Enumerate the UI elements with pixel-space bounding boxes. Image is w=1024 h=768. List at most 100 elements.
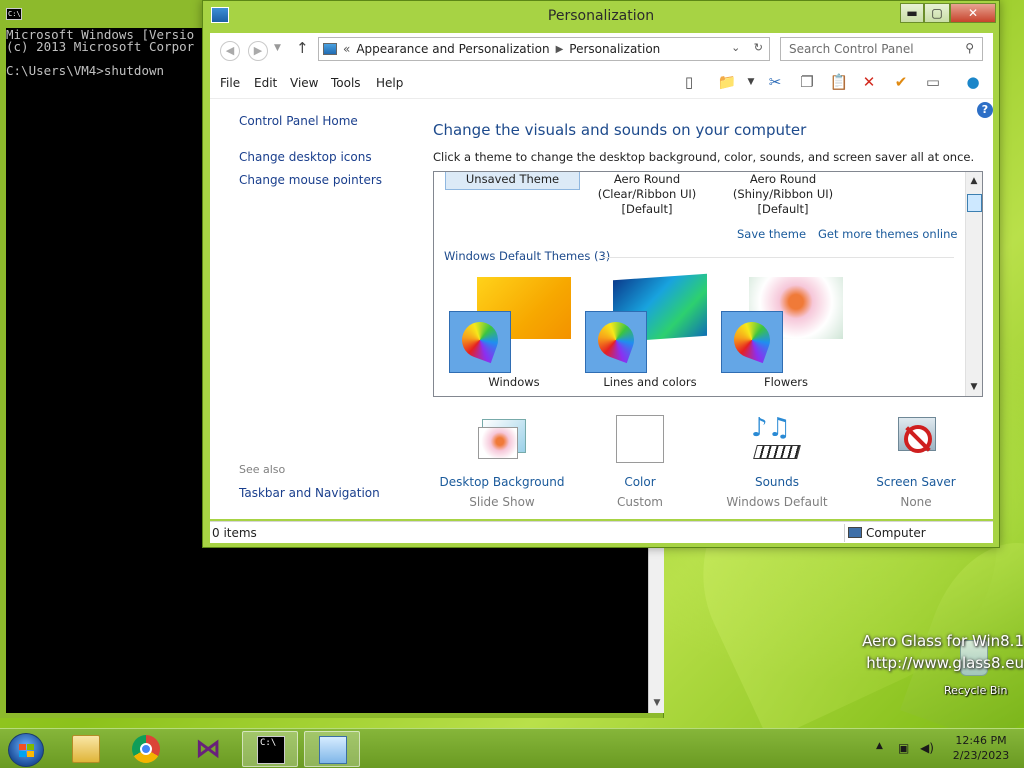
menu-edit[interactable]: Edit [254,76,277,90]
copy-icon[interactable]: ❐ [796,72,818,92]
close-button[interactable]: ✕ [950,3,996,23]
address-prefix[interactable]: « [343,42,350,56]
show-hidden-icon[interactable]: ▲ [876,741,883,751]
file-explorer-icon [72,735,100,763]
desktop-background-sub: Slide Show [469,495,535,509]
screen-saver-icon [890,415,942,465]
color-swatch-icon [614,415,666,465]
volume-icon[interactable]: ◀) [920,741,934,755]
maximize-button[interactable]: ▢ [924,3,950,23]
breadcrumb-separator-icon[interactable]: ▶ [556,44,564,55]
personalization-window[interactable]: Personalization ▬ ▢ ✕ ◀ ▶ ▼ ↑ « Appearan… [202,0,1000,548]
watermark-line: Aero Glass for Win8.1 [862,632,1024,650]
sounds-sub: Windows Default [726,495,828,509]
help-icon[interactable]: ? [977,102,993,118]
screen-saver-label: Screen Saver [876,475,956,489]
main-content: ? Control Panel Home Change desktop icon… [210,99,993,519]
control-panel-icon [323,43,337,55]
back-button[interactable]: ◀ [220,41,240,61]
recent-locations-icon[interactable]: ▼ [274,43,281,53]
window-title: Personalization [547,8,655,24]
theme-tile-label: Windows [488,375,540,389]
item-count: 0 items [212,526,257,540]
color-button[interactable]: Color Custom [570,415,710,509]
menu-view[interactable]: View [290,76,318,90]
save-theme-link[interactable]: Save theme [737,227,806,241]
theme-list[interactable]: Unsaved Theme Aero Round (Clear/Ribbon U… [433,171,983,397]
address-dropdown-icon[interactable]: ⌄ [731,41,740,54]
scroll-thumb[interactable] [967,194,982,212]
address-bar[interactable]: « Appearance and Personalization ▶ Perso… [318,37,770,61]
sounds-icon: ♪♫ [751,415,803,465]
desktop-background-icon [476,415,528,465]
properties-icon[interactable]: ▭ [922,72,944,92]
color-sub: Custom [617,495,663,509]
forward-button[interactable]: ▶ [248,41,268,61]
menu-help[interactable]: Help [376,76,403,90]
taskbar-command-prompt[interactable]: C:\ [242,731,298,767]
minimize-button[interactable]: ▬ [900,3,924,23]
sidebar-link-desktop-icons[interactable]: Change desktop icons [239,150,372,164]
theme-aero-round-shiny[interactable]: Aero Round (Shiny/Ribbon UI) [Default] [728,172,838,217]
search-input[interactable]: Search Control Panel ⚲ [780,37,983,61]
sidebar-link-control-panel-home[interactable]: Control Panel Home [239,114,358,128]
theme-unsaved[interactable]: Unsaved Theme [445,172,580,190]
taskbar-visual-studio[interactable]: ⋈ [180,731,236,767]
window-titlebar[interactable]: Personalization ▬ ▢ ✕ [203,1,999,31]
cut-icon[interactable]: ✂ [764,72,786,92]
screen-saver-button[interactable]: Screen Saver None [846,415,986,509]
get-more-themes-link[interactable]: Get more themes online [818,227,957,241]
paste-icon[interactable]: 📋 [828,72,850,92]
desktop-background-label: Desktop Background [439,475,565,489]
theme-tile-lines-and-colors[interactable]: Lines and colors [585,273,715,389]
see-also-label: See also [239,463,286,476]
command-prompt-icon: C:\ [257,736,285,764]
taskbar: ⋈ C:\ ▲ ▣ ◀) 12:46 PM 2/23/2023 [0,728,1024,768]
start-button[interactable] [8,733,44,767]
taskbar-chrome[interactable] [118,731,174,767]
theme-aero-round-clear[interactable]: Aero Round (Clear/Ribbon UI) [Default] [592,172,702,217]
theme-tile-flowers[interactable]: Flowers [721,277,851,389]
theme-tile-windows[interactable]: Windows [449,277,579,389]
taskbar-control-panel[interactable] [304,731,360,767]
scroll-down-icon[interactable]: ▼ [649,695,665,711]
screen-saver-sub: None [900,495,932,509]
breadcrumb-personalization[interactable]: Personalization [569,42,660,56]
scroll-up-icon[interactable]: ▲ [966,173,982,189]
desktop-background-button[interactable]: Desktop Background Slide Show [432,415,572,509]
menu-file[interactable]: File [220,76,240,90]
delete-icon[interactable]: ✕ [858,72,880,92]
folder-options-icon[interactable]: 📁 [716,72,738,92]
theme-list-scrollbar[interactable]: ▲ ▼ [965,172,982,396]
scroll-down-icon[interactable]: ▼ [966,379,982,395]
sidebar-link-taskbar[interactable]: Taskbar and Navigation [239,486,380,500]
clock[interactable]: 12:46 PM 2/23/2023 [942,733,1020,763]
clock-time: 12:46 PM [955,734,1007,747]
glass-settings-icon[interactable]: ● [962,72,984,92]
palette-icon [585,311,647,373]
theme-tile-label: Flowers [763,375,809,389]
theme-group-label: Windows Default Themes (3) [444,249,611,263]
taskbar-file-explorer[interactable] [58,731,114,767]
menu-tools[interactable]: Tools [331,76,361,90]
address-row: ◀ ▶ ▼ ↑ « Appearance and Personalization… [210,33,993,65]
chrome-icon [132,735,160,763]
address-controls: ⌄ ↻ [731,41,763,54]
recycle-bin-label[interactable]: Recycle Bin [944,684,1007,697]
network-icon[interactable]: ▣ [898,741,909,755]
sounds-button[interactable]: ♪♫ Sounds Windows Default [707,415,847,509]
control-panel-icon [319,736,347,764]
palette-icon [449,311,511,373]
layout-pane-icon[interactable]: ▯ [678,72,700,92]
group-divider [602,257,954,258]
theme-tile-label: Lines and colors [603,375,697,389]
sidebar-link-mouse-pointers[interactable]: Change mouse pointers [239,173,382,187]
search-icon[interactable]: ⚲ [965,41,974,55]
dropdown-icon[interactable]: ▼ [740,72,762,92]
sounds-label: Sounds [754,475,800,489]
status-divider [844,524,845,542]
checkmark-icon[interactable]: ✔ [890,72,912,92]
breadcrumb-appearance[interactable]: Appearance and Personalization [356,42,549,56]
up-arrow-icon[interactable]: ↑ [296,39,309,57]
refresh-icon[interactable]: ↻ [754,41,763,54]
